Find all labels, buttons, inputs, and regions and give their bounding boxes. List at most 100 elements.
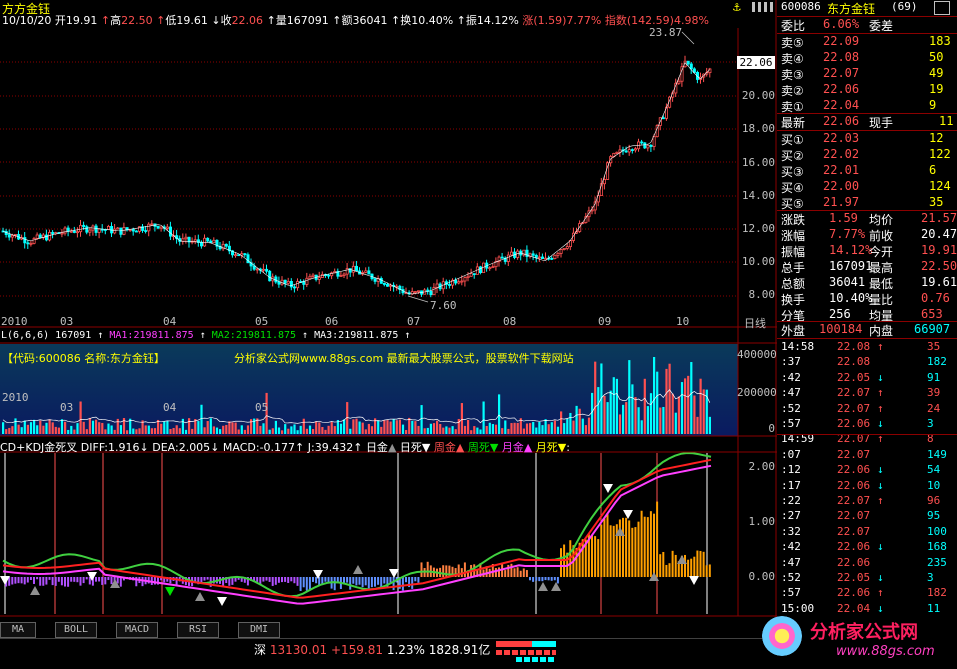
volume-bar (308, 425, 312, 434)
candle-body (491, 266, 495, 269)
gold-cross-icon (551, 582, 561, 591)
macd-bar (116, 577, 119, 584)
macd-bar (541, 577, 544, 582)
candle-body (165, 226, 169, 229)
tab-rsi[interactable]: RSI (177, 622, 219, 638)
volume-bar (333, 426, 336, 434)
bid-price: 21.97 (823, 195, 860, 209)
candle-body (261, 268, 265, 271)
quote-count: (69) (891, 0, 918, 13)
volume-bar (2, 422, 5, 434)
volume-bar (525, 423, 529, 434)
volume-bar (259, 425, 262, 434)
volume-bar (101, 422, 104, 434)
macd-bar (11, 577, 14, 585)
macd-value: MACD:-0.177 (222, 441, 296, 454)
volume-bar (448, 427, 451, 434)
tab-dmi[interactable]: DMI (238, 622, 280, 638)
macd-indicator (0, 452, 712, 614)
tab-ma[interactable]: MA (0, 622, 36, 638)
candle-body (624, 150, 628, 153)
macd-bar (26, 577, 29, 583)
volume-bar (184, 429, 188, 434)
candle-body (119, 227, 123, 235)
webi-label: 委比 (781, 19, 806, 33)
stat-value-1: 256 (829, 307, 851, 321)
volume-bar (426, 427, 429, 434)
period-label[interactable]: 日线 (744, 315, 766, 331)
price-grid (0, 61, 738, 297)
tick-row: :47 22.06 235 (779, 556, 955, 571)
bid-price: 22.03 (823, 131, 860, 145)
candle-body (122, 227, 126, 235)
tab-boll[interactable]: BOLL (55, 622, 97, 638)
high-leader-line (681, 31, 695, 45)
ask-vol: 183 (929, 34, 951, 48)
volume-bar (237, 429, 240, 434)
volume-bar (510, 423, 513, 434)
tick-price: 22.07 (837, 447, 871, 461)
volume-bar (529, 423, 532, 434)
tick-price: 22.05 (837, 571, 871, 584)
candle-body (23, 237, 27, 244)
volume-bar (150, 428, 153, 434)
vol-tick-0: 0 (768, 422, 775, 435)
price-tick-18: 18.00 (741, 122, 775, 135)
candle-body (252, 265, 256, 270)
tab-macd[interactable]: MACD (116, 622, 158, 638)
ask-row: 卖② 22.06 19 (779, 82, 955, 98)
candle-body (35, 234, 39, 239)
volume-bar (507, 428, 510, 434)
stat-label-2: 最低 (869, 277, 894, 291)
volume-bar (274, 420, 277, 434)
volume-bar (367, 423, 370, 434)
macd-bar (414, 577, 417, 582)
volume-bar (175, 425, 178, 434)
macd-bar (29, 577, 32, 580)
vol-ma2: MA2:219811.875 (211, 330, 297, 341)
volume-bar (172, 427, 175, 434)
tick-time: :07 (781, 447, 801, 461)
candle-body (630, 149, 634, 151)
gold-cross-icon (353, 565, 363, 574)
x-label-06: 06 (325, 315, 339, 328)
volume-bar (535, 427, 538, 434)
volume-header: L(6,6,6) 167091 ↑ MA1:219811.875 ↑ MA2:2… (1, 330, 411, 341)
macd-bar (591, 535, 593, 577)
macd-diff: DIFF:1.916 (80, 441, 140, 454)
volume-bar (296, 430, 299, 434)
volume-bar (166, 420, 169, 434)
macd-bar (625, 517, 628, 577)
close-icon[interactable] (934, 1, 950, 15)
outer-label: 外盘 (781, 324, 806, 338)
price-tick-20: 20.00 (741, 89, 775, 102)
candle-body (373, 278, 377, 282)
logo-text: 分析家公式网 (810, 622, 918, 643)
volume-bar (578, 408, 581, 434)
macd-bar (674, 554, 677, 577)
candle-body (234, 254, 238, 257)
candle-body (243, 253, 247, 256)
macd-bar (17, 577, 20, 584)
volume-bar (302, 418, 305, 434)
current-price-tag: 22.06 (737, 56, 775, 69)
volume-bar (584, 425, 587, 434)
macd-bar (203, 577, 206, 581)
macd-bar (36, 577, 39, 580)
volume-bar (575, 405, 578, 434)
volume-bar (631, 384, 634, 434)
candle-body (85, 226, 89, 233)
chart-area[interactable] (0, 0, 777, 640)
volume-bar (451, 426, 454, 434)
price-tick-14: 14.00 (741, 189, 775, 202)
volume-bar (209, 418, 212, 434)
inner-label: 内盘 (869, 324, 894, 338)
macd-bar (594, 536, 597, 577)
tick-row: :07 22.07 149 (779, 448, 955, 463)
ask-vol: 9 (929, 98, 937, 112)
volume-bar (693, 395, 696, 434)
volume-bar (132, 428, 135, 434)
candle-body (454, 279, 458, 284)
stat-row: 换手 10.40% 量比 0.76 (779, 291, 955, 307)
inner-value: 66907 (914, 322, 951, 336)
